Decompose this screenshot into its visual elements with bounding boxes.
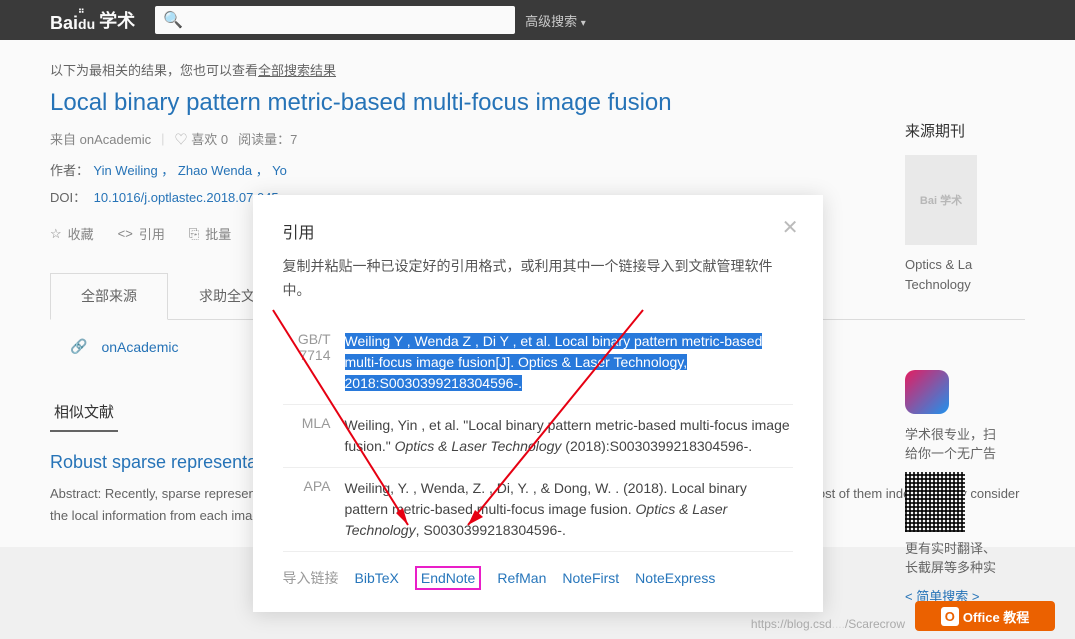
cite-body-gbt[interactable]: Weiling Y , Wenda Z , Di Y , et al. Loca…: [345, 331, 793, 394]
modal-hint: 复制并粘贴一种已设定好的引用格式，或利用其中一个链接导入到文献管理软件中。: [283, 255, 793, 303]
export-endnote[interactable]: EndNote: [415, 566, 481, 590]
export-noteexpress[interactable]: NoteExpress: [635, 570, 715, 586]
modal-overlay[interactable]: ✕ 引用 复制并粘贴一种已设定好的引用格式，或利用其中一个链接导入到文献管理软件…: [0, 0, 1075, 639]
cite-row-gbt: GB/T 7714 Weiling Y , Wenda Z , Di Y , e…: [283, 321, 793, 405]
export-refman[interactable]: RefMan: [497, 570, 546, 586]
cite-body-apa[interactable]: Weiling, Y. , Wenda, Z. , Di, Y. , & Don…: [345, 478, 793, 541]
export-notefirst[interactable]: NoteFirst: [562, 570, 619, 586]
watermark: https://blog.csd..../Scarecrow: [751, 617, 905, 631]
cite-label-gbt: GB/T 7714: [283, 331, 331, 394]
cite-row-mla: MLA Weiling, Yin , et al. "Local binary …: [283, 405, 793, 468]
cite-label-mla: MLA: [283, 415, 331, 457]
modal-title: 引用: [283, 219, 793, 243]
export-label: 导入链接: [283, 568, 339, 588]
office-logo: O Office 教程: [915, 601, 1055, 631]
export-bibtex[interactable]: BibTeX: [355, 570, 399, 586]
cite-modal: ✕ 引用 复制并粘贴一种已设定好的引用格式，或利用其中一个链接导入到文献管理软件…: [253, 195, 823, 612]
cite-row-apa: APA Weiling, Y. , Wenda, Z. , Di, Y. , &…: [283, 468, 793, 552]
cite-label-apa: APA: [283, 478, 331, 541]
export-row: 导入链接 BibTeX EndNote RefMan NoteFirst Not…: [283, 566, 793, 590]
cite-body-mla[interactable]: Weiling, Yin , et al. "Local binary patt…: [345, 415, 793, 457]
close-icon[interactable]: ✕: [782, 215, 799, 240]
